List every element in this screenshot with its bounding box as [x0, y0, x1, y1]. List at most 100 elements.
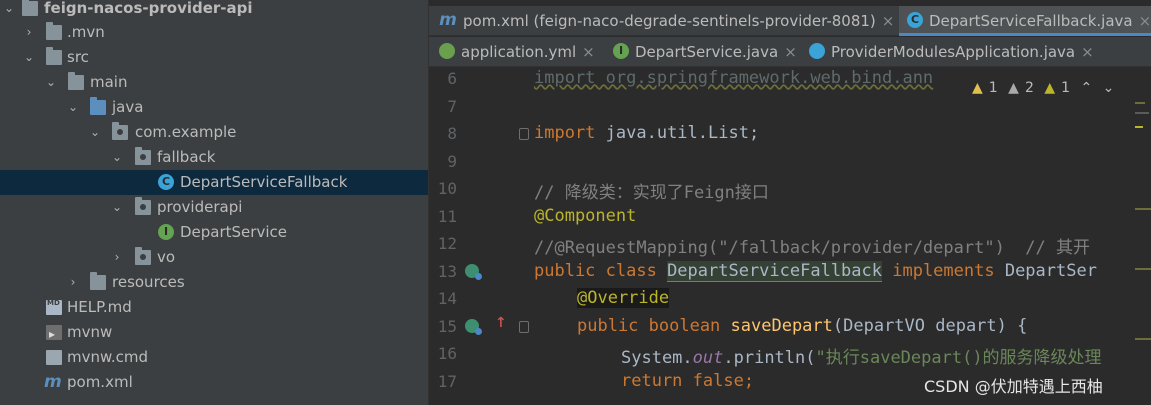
code-line-14: @Override	[577, 288, 670, 308]
chevron-right-icon[interactable]: ›	[110, 245, 124, 270]
code-token: (DepartVO depart) {	[832, 316, 1028, 336]
code-token: implements	[882, 261, 1005, 281]
code-token: //@RequestMapping("/fallback/provider/de…	[534, 238, 1090, 258]
editor-tabs-row-1: m pom.xml (feign-naco-degrade-sentinels-p…	[429, 6, 1151, 36]
code-editor[interactable]: 6 7 8 9 10 11 12 13 14 15 16 17 ↑ import…	[429, 68, 1151, 405]
code-token: import	[534, 123, 596, 143]
line-number: 12	[437, 234, 457, 253]
previous-highlight-icon[interactable]: ⌃	[1080, 80, 1092, 96]
chevron-right-icon[interactable]: ›	[22, 20, 36, 45]
next-highlight-icon[interactable]: ⌄	[1103, 80, 1115, 96]
code-token: @Component	[534, 206, 637, 226]
inspection-widget[interactable]: ▲ 1 ▲ 2 ▲ 1 ⌃ ⌄	[972, 80, 1120, 96]
line-number: 6	[447, 69, 457, 88]
tab-pom-xml[interactable]: m pom.xml (feign-naco-degrade-sentinels-p…	[439, 6, 894, 36]
scroll-marker	[1135, 208, 1151, 210]
close-icon[interactable]: ×	[1139, 12, 1151, 30]
tree-item-main[interactable]: ⌄ main	[0, 70, 428, 95]
source-folder-icon	[90, 97, 106, 115]
close-icon[interactable]: ×	[784, 43, 797, 61]
tree-item-feign-nacos-provider-api[interactable]: ⌄ feign-nacos-provider-api	[0, 0, 428, 21]
chevron-down-icon[interactable]: ⌄	[110, 195, 124, 220]
tab-label: DepartService.java	[635, 43, 779, 61]
tab-providermodulesapplication-java[interactable]: ProviderModulesApplication.java ×	[809, 37, 1094, 67]
warning-count: 1	[988, 80, 998, 96]
code-token: saveDepart	[730, 316, 833, 336]
close-icon[interactable]: ×	[1081, 43, 1094, 61]
editor-panel: m pom.xml (feign-naco-degrade-sentinels-p…	[428, 0, 1151, 405]
folder-icon	[46, 47, 62, 65]
code-line-15: public boolean saveDepart(DepartVO depar…	[577, 316, 1027, 336]
tree-item-label: resources	[112, 273, 185, 291]
tree-item-label: pom.xml	[67, 373, 133, 391]
watermark: CSDN @伏加特遇上西柚	[924, 377, 1103, 396]
chevron-down-icon[interactable]: ⌄	[2, 0, 16, 21]
tab-application-yml[interactable]: application.yml ×	[439, 37, 595, 67]
chevron-right-icon[interactable]: ›	[66, 270, 80, 295]
tree-item-java[interactable]: ⌄ java	[0, 95, 428, 120]
code-line-13: public class DepartServiceFallback imple…	[534, 261, 1097, 282]
scroll-marker	[1135, 126, 1143, 128]
tree-item-help-md[interactable]: HELP.md	[0, 291, 428, 320]
tree-item-mvnw-cmd[interactable]: mvnw.cmd	[0, 345, 428, 370]
line-number: 13	[437, 262, 457, 281]
class-icon: C	[158, 174, 174, 190]
chevron-down-icon[interactable]: ⌄	[66, 95, 80, 120]
maven-icon: m	[44, 372, 62, 392]
tree-item-departservicefallback[interactable]: C DepartServiceFallback	[0, 170, 428, 195]
tree-item-label: .mvn	[67, 23, 105, 41]
folder-icon	[22, 0, 38, 16]
typo-icon: ▲	[1044, 80, 1056, 96]
code-token: java.util.List;	[595, 123, 760, 143]
line-number: 14	[437, 289, 457, 308]
folder-icon	[46, 22, 62, 40]
override-method-icon[interactable]	[465, 319, 482, 335]
resources-folder-icon	[90, 272, 106, 290]
implementing-class-icon[interactable]	[465, 264, 482, 280]
fold-icon[interactable]	[519, 128, 529, 140]
tree-item-label: HELP.md	[67, 298, 132, 316]
close-icon[interactable]: ×	[582, 43, 595, 61]
tree-item-label: main	[90, 73, 128, 91]
line-number: 15	[437, 317, 457, 336]
typo-count: 1	[1061, 80, 1071, 96]
chevron-down-icon[interactable]: ⌄	[110, 145, 124, 170]
fold-icon[interactable]	[519, 321, 529, 333]
tree-item-src[interactable]: ⌄ src	[0, 45, 428, 70]
chevron-down-icon[interactable]: ⌄	[22, 45, 36, 70]
interface-icon: I	[613, 42, 629, 59]
tree-item-vo[interactable]: › vo	[0, 245, 428, 270]
tree-item-label: src	[67, 48, 89, 66]
code-token: out	[692, 348, 724, 368]
chevron-down-icon[interactable]: ⌄	[44, 70, 58, 95]
tab-departservice-java[interactable]: I DepartService.java ×	[613, 37, 797, 67]
weak-warning-count: 2	[1024, 80, 1034, 96]
tree-item-providerapi[interactable]: ⌄ providerapi	[0, 195, 428, 220]
overrides-up-arrow-icon[interactable]: ↑	[495, 315, 507, 331]
tab-departservicefallback-java[interactable]: C DepartServiceFallback.java ×	[899, 6, 1151, 36]
code-line-17: return false;	[621, 371, 754, 391]
tree-item-pom-xml[interactable]: m pom.xml	[0, 370, 428, 395]
tree-item-label: vo	[157, 248, 176, 266]
tab-label: application.yml	[461, 43, 577, 61]
yaml-icon	[439, 42, 455, 59]
tree-item-mvn[interactable]: › .mvn	[0, 20, 428, 45]
tree-item-label: mvnw.cmd	[67, 348, 149, 366]
code-token: public class	[534, 261, 668, 281]
chevron-down-icon[interactable]: ⌄	[88, 120, 102, 145]
tree-item-com-example[interactable]: ⌄ com.example	[0, 120, 428, 145]
package-icon	[135, 147, 151, 165]
code-token: DepartServiceFallback	[667, 261, 882, 282]
tab-label: ProviderModulesApplication.java	[831, 43, 1076, 61]
code-line-6: import org.springframework.web.bind.ann	[534, 68, 933, 88]
tree-item-fallback[interactable]: ⌄ fallback	[0, 145, 428, 170]
tree-item-mvnw[interactable]: mvnw	[0, 320, 428, 347]
package-icon	[135, 247, 151, 265]
warning-icon: ▲	[972, 80, 983, 96]
tree-item-departservice[interactable]: I DepartService	[0, 220, 428, 245]
interface-icon: I	[158, 224, 174, 240]
line-number: 17	[437, 372, 457, 391]
tree-item-resources[interactable]: › resources	[0, 270, 428, 295]
close-icon[interactable]: ×	[882, 12, 895, 30]
editor-scrollbar[interactable]	[1133, 68, 1151, 405]
